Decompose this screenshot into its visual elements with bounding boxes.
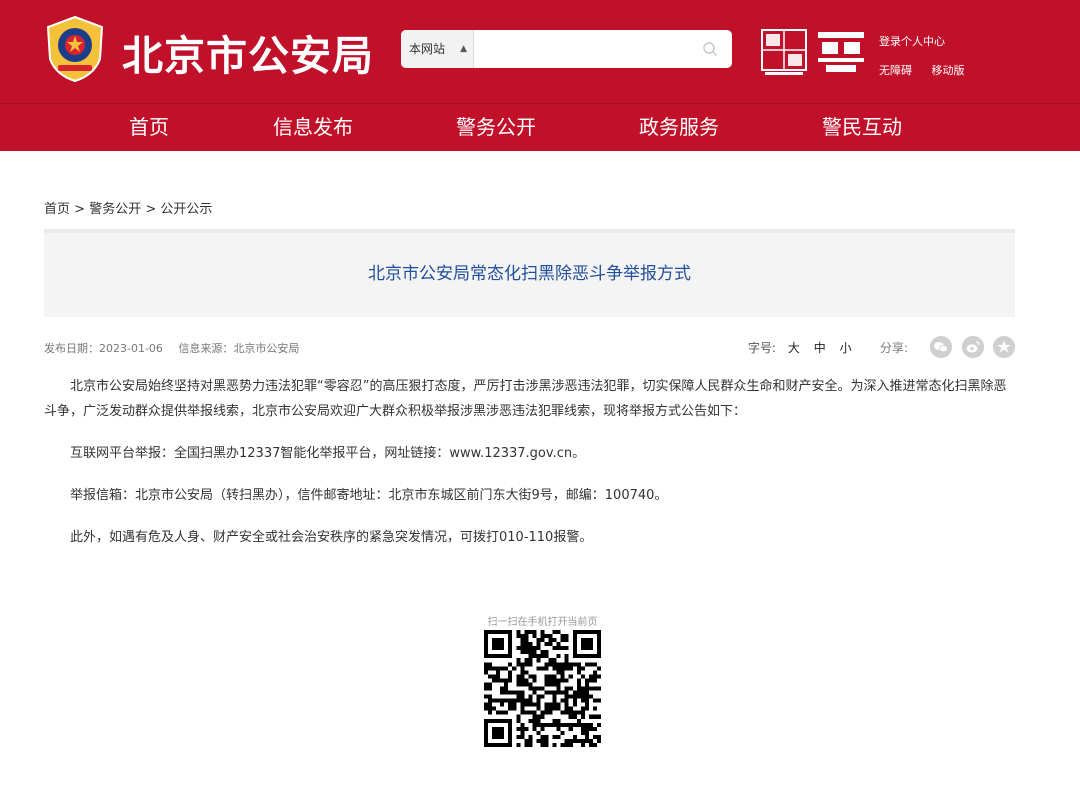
article-meta: 发布日期：2023-01-06 信息来源：北京市公安局 [44, 340, 299, 356]
accessible-link[interactable]: 无障碍 [879, 64, 912, 77]
article-paragraph: 举报信箱：北京市公安局（转扫黑办），信件邮寄地址：北京市东城区前门东大街9号，邮… [70, 488, 668, 503]
breadcrumb-public-notice[interactable]: 公开公示 [160, 202, 212, 217]
search-scope-select[interactable]: 本网站 ▲ [401, 30, 474, 68]
publish-date: 发布日期：2023-01-06 [44, 342, 163, 355]
qzone-icon[interactable] [993, 336, 1015, 358]
share-label: 分享: [880, 341, 909, 355]
login-link[interactable]: 登录个人中心 [879, 35, 945, 48]
font-size-medium[interactable]: 中 [814, 341, 826, 355]
police-logo-icon[interactable] [816, 30, 866, 74]
breadcrumb-separator: > [74, 202, 86, 217]
article-title: 北京市公安局常态化扫黑除恶斗争举报方式 [368, 264, 691, 284]
mobile-link[interactable]: 移动版 [932, 64, 965, 77]
search-bar: 本网站 ▲ [401, 30, 732, 68]
nav-item-interaction[interactable]: 警民互动 [822, 104, 902, 151]
top-links: 登录个人中心 无障碍 移动版 [879, 33, 965, 78]
qr-code [484, 630, 601, 747]
breadcrumb: 首页 > 警务公开 > 公开公示 [44, 198, 212, 217]
nav-item-home[interactable]: 首页 [129, 104, 169, 151]
search-scope-value: 本网站 [409, 42, 446, 56]
breadcrumb-police-affairs[interactable]: 警务公开 [89, 202, 141, 217]
search-input[interactable] [475, 30, 695, 68]
search-icon[interactable] [702, 41, 718, 57]
main-nav: 首页 信息发布 警务公开 政务服务 警民互动 [0, 103, 1080, 151]
nav-item-police-affairs[interactable]: 警务公开 [456, 104, 536, 151]
info-source: 信息来源：北京市公安局 [178, 342, 300, 355]
font-size-small[interactable]: 小 [840, 341, 852, 355]
qr-caption: 扫一扫在手机打开当前页 [487, 617, 598, 628]
article-paragraph: 北京市公安局始终坚持对黑恶势力违法犯罪“零容忍”的高压狠打态度，严厉打击涉黑涉恶… [44, 379, 1007, 419]
article-paragraph: 互联网平台举报：全国扫黑办12337智能化举报平台，网址链接：www.12337… [70, 446, 586, 461]
font-size-label: 字号: [748, 341, 777, 355]
select-arrows-icon: ▲ [460, 44, 467, 54]
breadcrumb-home[interactable]: 首页 [44, 202, 70, 217]
font-size-control: 字号: 大 中 小 [748, 339, 852, 356]
site-header: 北京市公安局 本网站 ▲ 登录个人中心 无障碍 移动版 [0, 0, 1080, 103]
nav-item-info[interactable]: 信息发布 [273, 104, 353, 151]
font-size-large[interactable]: 大 [788, 341, 800, 355]
nav-item-gov-services[interactable]: 政务服务 [639, 104, 719, 151]
article-body: 北京市公安局始终坚持对黑恶势力违法犯罪“零容忍”的高压狠打态度，严厉打击涉黑涉恶… [44, 374, 1015, 550]
police-emblem-icon [46, 15, 104, 83]
weibo-icon[interactable] [962, 336, 984, 358]
site-title[interactable]: 北京市公安局 [122, 22, 374, 82]
article-title-box: 北京市公安局常态化扫黑除恶斗争举报方式 [44, 229, 1015, 317]
wechat-icon[interactable] [930, 336, 952, 358]
article-paragraph: 此外，如遇有危及人身、财产安全或社会治安秩序的紧急突发情况，可拨打010-110… [70, 530, 593, 545]
capital-logo-icon[interactable] [761, 29, 807, 77]
breadcrumb-separator: > [145, 202, 157, 217]
